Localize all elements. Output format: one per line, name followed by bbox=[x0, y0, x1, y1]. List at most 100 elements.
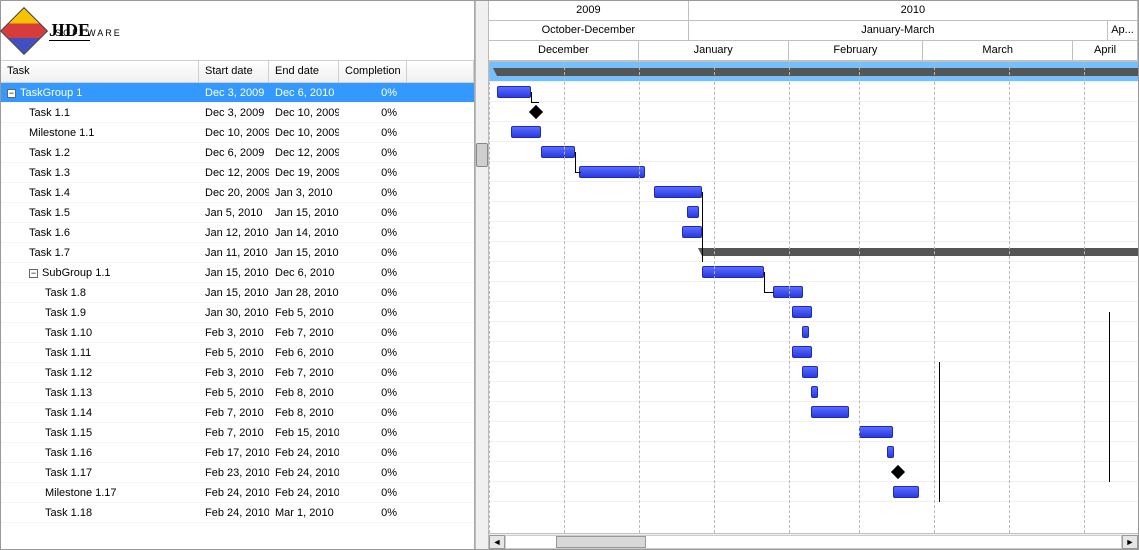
timeline-cell[interactable]: October-December bbox=[489, 21, 689, 41]
gantt-task-bar[interactable] bbox=[859, 426, 893, 438]
gantt-row[interactable] bbox=[489, 182, 1138, 202]
vertical-scrollbar[interactable] bbox=[475, 1, 489, 549]
table-row[interactable]: Task 1.11Feb 5, 2010Feb 6, 20100% bbox=[1, 343, 474, 363]
col-header-start[interactable]: Start date bbox=[199, 61, 269, 82]
table-row[interactable]: Task 1.1Dec 3, 2009Dec 10, 20090% bbox=[1, 103, 474, 123]
gantt-task-bar[interactable] bbox=[579, 166, 645, 178]
gantt-row[interactable] bbox=[489, 202, 1138, 222]
table-row[interactable]: Task 1.7Jan 11, 2010Jan 15, 20100% bbox=[1, 243, 474, 263]
timeline-cell[interactable]: 2009 bbox=[489, 1, 689, 21]
gantt-row[interactable] bbox=[489, 282, 1138, 302]
col-header-end[interactable]: End date bbox=[269, 61, 339, 82]
table-row[interactable]: Task 1.15Feb 7, 2010Feb 15, 20100% bbox=[1, 423, 474, 443]
gantt-summary-bar[interactable] bbox=[497, 68, 1138, 76]
gantt-task-bar[interactable] bbox=[654, 186, 702, 198]
gantt-row[interactable] bbox=[489, 122, 1138, 142]
gantt-row[interactable] bbox=[489, 102, 1138, 122]
gantt-task-bar[interactable] bbox=[682, 226, 702, 238]
table-row[interactable]: −TaskGroup 1Dec 3, 2009Dec 6, 20100% bbox=[1, 83, 474, 103]
gantt-row[interactable] bbox=[489, 82, 1138, 102]
gantt-task-bar[interactable] bbox=[893, 486, 919, 498]
horizontal-scroll-thumb[interactable] bbox=[556, 536, 646, 548]
table-row[interactable]: Task 1.4Dec 20, 2009Jan 3, 20100% bbox=[1, 183, 474, 203]
gantt-row[interactable] bbox=[489, 422, 1138, 442]
gantt-row[interactable] bbox=[489, 402, 1138, 422]
horizontal-scroll-track[interactable] bbox=[505, 535, 1122, 549]
table-row[interactable]: Task 1.14Feb 7, 2010Feb 8, 20100% bbox=[1, 403, 474, 423]
table-row[interactable]: Task 1.18Feb 24, 2010Mar 1, 20100% bbox=[1, 503, 474, 523]
gantt-milestone-icon[interactable] bbox=[891, 465, 905, 479]
table-row[interactable]: Task 1.6Jan 12, 2010Jan 14, 20100% bbox=[1, 223, 474, 243]
gantt-task-bar[interactable] bbox=[773, 286, 803, 298]
col-header-task[interactable]: Task bbox=[1, 61, 199, 82]
gantt-task-bar[interactable] bbox=[887, 446, 894, 458]
dependency-link bbox=[575, 172, 581, 173]
table-row[interactable]: Milestone 1.17Feb 24, 2010Feb 24, 20100% bbox=[1, 483, 474, 503]
gantt-row[interactable] bbox=[489, 382, 1138, 402]
scroll-right-button[interactable]: ► bbox=[1122, 535, 1138, 549]
timeline-cell[interactable]: Ap... bbox=[1108, 21, 1138, 41]
table-row[interactable]: Task 1.13Feb 5, 2010Feb 8, 20100% bbox=[1, 383, 474, 403]
gantt-task-bar[interactable] bbox=[792, 306, 812, 318]
table-row[interactable]: −SubGroup 1.1Jan 15, 2010Dec 6, 20100% bbox=[1, 263, 474, 283]
cell-end: Feb 24, 2010 bbox=[269, 485, 339, 501]
gantt-task-bar[interactable] bbox=[497, 86, 531, 98]
table-row[interactable]: Task 1.17Feb 23, 2010Feb 24, 20100% bbox=[1, 463, 474, 483]
gantt-row[interactable] bbox=[489, 242, 1138, 262]
gantt-row[interactable] bbox=[489, 462, 1138, 482]
cell-start: Feb 3, 2010 bbox=[199, 325, 269, 341]
tree-toggle-icon[interactable]: − bbox=[7, 89, 16, 98]
cell-start: Feb 23, 2010 bbox=[199, 465, 269, 481]
timeline-cell[interactable]: December bbox=[489, 41, 639, 61]
timeline-cell[interactable]: February bbox=[789, 41, 924, 61]
timeline-cell[interactable]: January bbox=[639, 41, 789, 61]
vertical-scroll-thumb[interactable] bbox=[476, 143, 488, 167]
task-name-label: Task 1.9 bbox=[45, 307, 86, 319]
gantt-task-bar[interactable] bbox=[687, 206, 699, 218]
gantt-row[interactable] bbox=[489, 162, 1138, 182]
cell-start: Jan 5, 2010 bbox=[199, 205, 269, 221]
gantt-task-bar[interactable] bbox=[811, 386, 818, 398]
gantt-task-bar[interactable] bbox=[811, 406, 849, 418]
gantt-task-bar[interactable] bbox=[541, 146, 575, 158]
timeline-cell[interactable]: 2010 bbox=[689, 1, 1138, 21]
task-name-label: Task 1.8 bbox=[45, 287, 86, 299]
table-row[interactable]: Task 1.10Feb 3, 2010Feb 7, 20100% bbox=[1, 323, 474, 343]
gantt-row[interactable] bbox=[489, 302, 1138, 322]
table-row[interactable]: Task 1.16Feb 17, 2010Feb 24, 20100% bbox=[1, 443, 474, 463]
gantt-chart-area[interactable] bbox=[489, 62, 1138, 533]
task-table-body[interactable]: −TaskGroup 1Dec 3, 2009Dec 6, 20100%Task… bbox=[1, 83, 474, 549]
table-row[interactable]: Task 1.5Jan 5, 2010Jan 15, 20100% bbox=[1, 203, 474, 223]
gantt-row[interactable] bbox=[489, 442, 1138, 462]
dependency-link bbox=[939, 362, 940, 502]
gantt-row[interactable] bbox=[489, 342, 1138, 362]
col-header-completion[interactable]: Completion bbox=[339, 61, 407, 82]
gantt-row[interactable] bbox=[489, 62, 1138, 82]
timeline-cell[interactable]: January-March bbox=[689, 21, 1108, 41]
timeline-cell[interactable]: March bbox=[923, 41, 1073, 61]
cell-start: Feb 17, 2010 bbox=[199, 445, 269, 461]
table-row[interactable]: Milestone 1.1Dec 10, 2009Dec 10, 20090% bbox=[1, 123, 474, 143]
gantt-task-bar[interactable] bbox=[511, 126, 541, 138]
scroll-left-button[interactable]: ◄ bbox=[489, 535, 505, 549]
table-row[interactable]: Task 1.2Dec 6, 2009Dec 12, 20090% bbox=[1, 143, 474, 163]
gantt-task-bar[interactable] bbox=[702, 266, 764, 278]
tree-toggle-icon[interactable]: − bbox=[29, 269, 38, 278]
gantt-row[interactable] bbox=[489, 322, 1138, 342]
gantt-row[interactable] bbox=[489, 482, 1138, 502]
gantt-row[interactable] bbox=[489, 222, 1138, 242]
gantt-summary-bar[interactable] bbox=[702, 248, 1138, 256]
gantt-milestone-icon[interactable] bbox=[529, 105, 543, 119]
gantt-row[interactable] bbox=[489, 142, 1138, 162]
timeline-cell[interactable]: April bbox=[1073, 41, 1138, 61]
gantt-task-bar[interactable] bbox=[792, 346, 812, 358]
gantt-row[interactable] bbox=[489, 262, 1138, 282]
gantt-row[interactable] bbox=[489, 362, 1138, 382]
table-row[interactable]: Task 1.12Feb 3, 2010Feb 7, 20100% bbox=[1, 363, 474, 383]
horizontal-scrollbar[interactable]: ◄ ► bbox=[489, 533, 1138, 549]
table-row[interactable]: Task 1.9Jan 30, 2010Feb 5, 20100% bbox=[1, 303, 474, 323]
table-row[interactable]: Task 1.8Jan 15, 2010Jan 28, 20100% bbox=[1, 283, 474, 303]
gantt-task-bar[interactable] bbox=[802, 326, 809, 338]
gantt-task-bar[interactable] bbox=[802, 366, 818, 378]
table-row[interactable]: Task 1.3Dec 12, 2009Dec 19, 20090% bbox=[1, 163, 474, 183]
